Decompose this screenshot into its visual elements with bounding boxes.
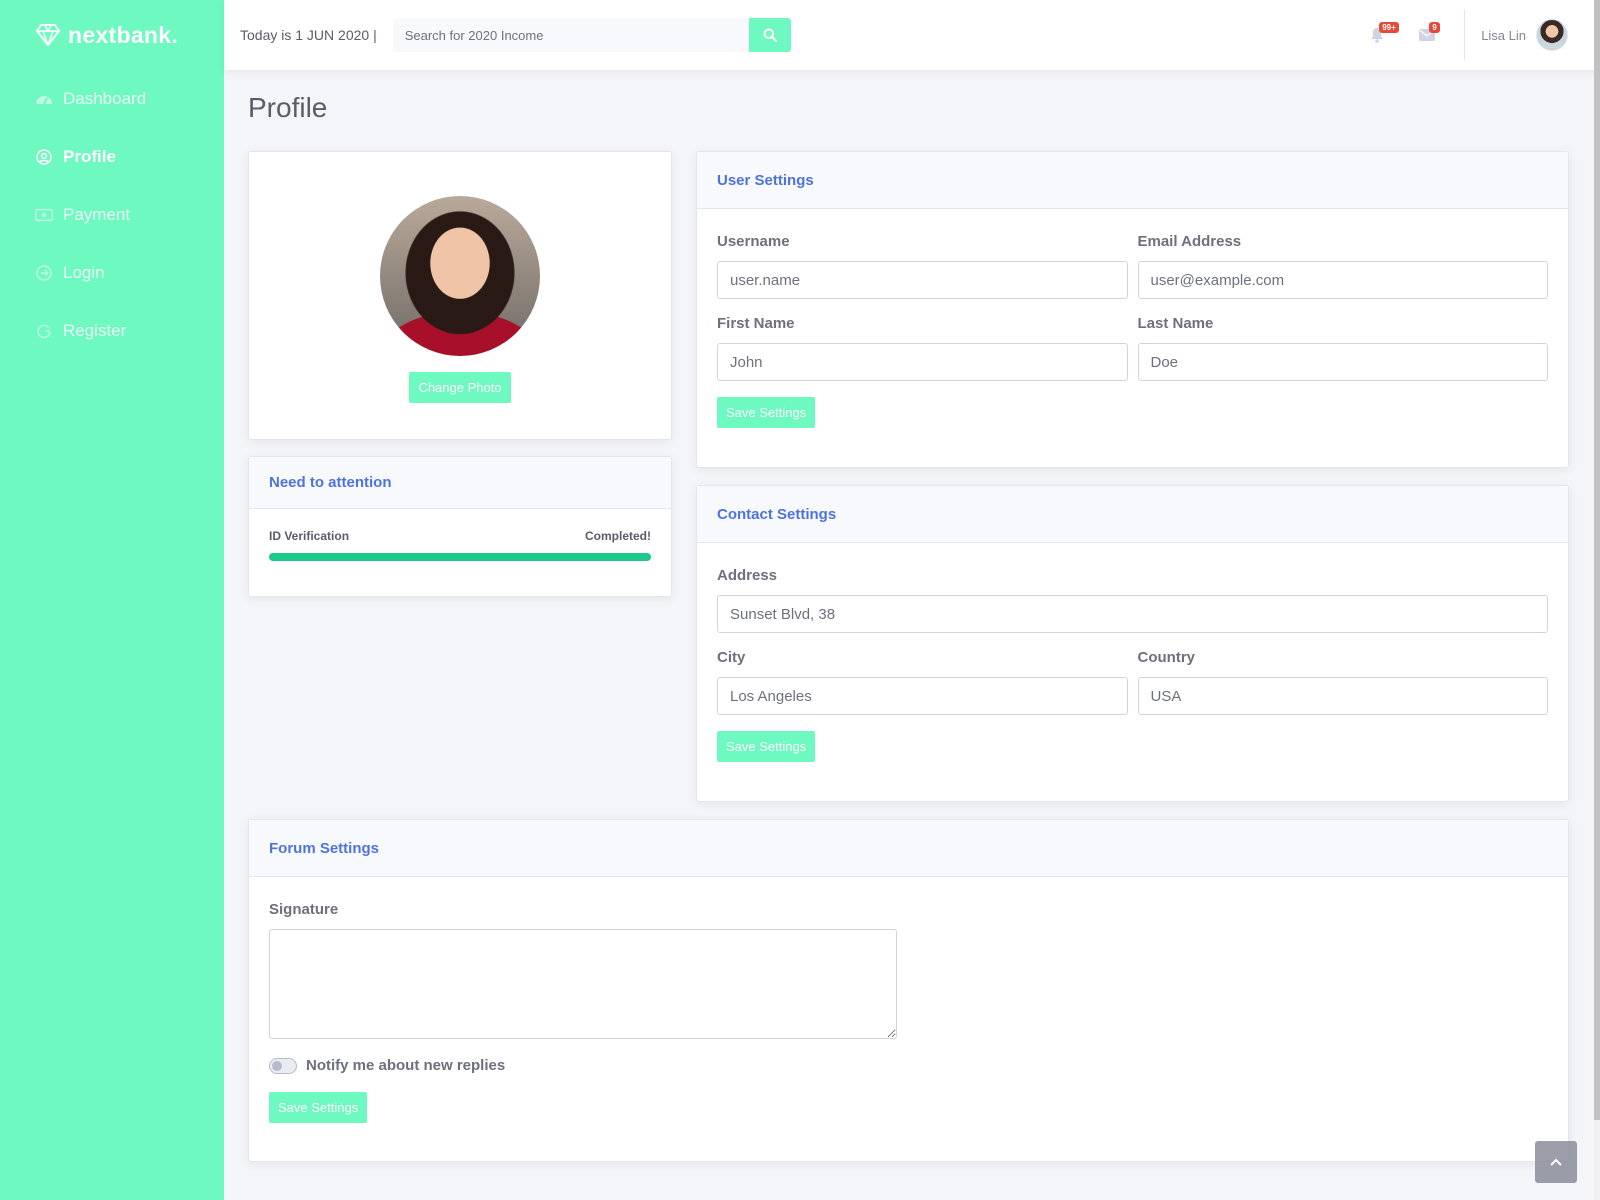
- country-label: Country: [1137, 649, 1196, 666]
- sidebar-item-register[interactable]: Register: [0, 302, 224, 360]
- gauge-icon: [35, 90, 53, 108]
- brand-name: nextbank.: [68, 21, 179, 48]
- sidebar-item-profile[interactable]: Profile: [0, 128, 224, 186]
- last-name-label: Last Name: [1137, 315, 1214, 332]
- sidebar-item-label: Dashboard: [63, 89, 147, 108]
- address-field[interactable]: [717, 595, 1548, 633]
- sidebar-item-label: Register: [63, 321, 127, 340]
- brand[interactable]: nextbank.: [0, 0, 224, 70]
- profile-photo-card: Change Photo: [248, 151, 672, 440]
- username-field[interactable]: [717, 261, 1128, 299]
- verification-progress-bar: [269, 553, 651, 561]
- verification-status: Completed!: [585, 529, 651, 543]
- user-settings-header: User Settings: [697, 152, 1568, 209]
- user-menu[interactable]: Lisa Lin: [1481, 19, 1568, 51]
- sidebar-item-payment[interactable]: Payment: [0, 186, 224, 244]
- contact-settings-card: Contact Settings Address City Country Sa…: [696, 485, 1569, 802]
- notify-label: Notify me about new replies: [306, 1057, 506, 1074]
- forum-settings-card: Forum Settings Signature Notify me about…: [248, 819, 1569, 1162]
- signature-field[interactable]: [269, 929, 897, 1039]
- change-photo-button[interactable]: Change Photo: [409, 372, 511, 403]
- alerts-count-badge: 99+: [1379, 22, 1399, 33]
- search-input[interactable]: [392, 18, 749, 52]
- verification-progress: [269, 553, 651, 561]
- search-bar: [392, 18, 791, 52]
- user-settings-title: User Settings: [717, 171, 814, 189]
- first-name-label: First Name: [717, 315, 795, 332]
- page-title: Profile: [248, 92, 328, 123]
- city-field[interactable]: [717, 677, 1128, 715]
- money-icon: [35, 206, 53, 224]
- attention-header: Need to attention: [249, 457, 671, 509]
- first-name-field[interactable]: [717, 343, 1128, 381]
- email-field[interactable]: [1137, 261, 1548, 299]
- forum-settings-title: Forum Settings: [269, 839, 380, 857]
- attention-title: Need to attention: [269, 474, 392, 491]
- sidebar-item-label: Profile: [63, 147, 116, 166]
- attention-card: Need to attention ID Verification Comple…: [248, 456, 672, 597]
- messages-count-badge: 9: [1429, 22, 1440, 33]
- profile-photo: [380, 196, 540, 356]
- sidebar-item-label: Login: [63, 263, 105, 282]
- diamond-icon: [36, 24, 60, 46]
- today-date: Today is 1 JUN 2020 |: [240, 27, 377, 43]
- user-name: Lisa Lin: [1481, 27, 1526, 43]
- messages-button[interactable]: 9: [1402, 0, 1452, 70]
- register-icon: [35, 322, 53, 340]
- scroll-to-top-button[interactable]: [1535, 1141, 1577, 1183]
- city-label: City: [717, 649, 746, 666]
- page-scrollbar[interactable]: [1594, 0, 1600, 1200]
- topbar-divider: [1464, 9, 1466, 61]
- profile-icon: [35, 148, 53, 166]
- sidebar-item-login[interactable]: Login: [0, 244, 224, 302]
- country-field[interactable]: [1137, 677, 1548, 715]
- notify-toggle[interactable]: [269, 1057, 297, 1074]
- scrollbar-thumb[interactable]: [1594, 0, 1600, 1120]
- contact-settings-title: Contact Settings: [717, 505, 837, 523]
- save-contact-settings-button[interactable]: Save Settings: [717, 731, 816, 762]
- alerts-button[interactable]: 99+: [1352, 0, 1402, 70]
- email-label: Email Address: [1137, 233, 1242, 250]
- login-icon: [35, 264, 53, 282]
- chevron-up-icon: [1550, 1158, 1562, 1166]
- sidebar: nextbank. Dashboard Profile Payment Logi…: [0, 0, 224, 1200]
- forum-settings-header: Forum Settings: [249, 820, 1568, 877]
- verification-label: ID Verification: [269, 529, 350, 543]
- save-user-settings-button[interactable]: Save Settings: [717, 397, 816, 428]
- username-label: Username: [717, 233, 790, 250]
- contact-settings-header: Contact Settings: [697, 486, 1568, 543]
- address-label: Address: [717, 567, 778, 584]
- sidebar-nav: Dashboard Profile Payment Login Register: [0, 70, 224, 360]
- signature-label: Signature: [269, 901, 339, 918]
- topbar: Today is 1 JUN 2020 | 99+ 9 Lisa Lin: [224, 0, 1600, 70]
- save-forum-settings-button[interactable]: Save Settings: [269, 1092, 368, 1123]
- user-settings-card: User Settings Username Email Address Fir…: [696, 151, 1569, 468]
- topbar-actions: 99+ 9 Lisa Lin: [1352, 0, 1600, 70]
- avatar: [1536, 19, 1568, 51]
- search-button[interactable]: [748, 18, 791, 52]
- sidebar-item-dashboard[interactable]: Dashboard: [0, 70, 224, 128]
- sidebar-item-label: Payment: [63, 205, 131, 224]
- last-name-field[interactable]: [1137, 343, 1548, 381]
- search-icon: [763, 28, 777, 42]
